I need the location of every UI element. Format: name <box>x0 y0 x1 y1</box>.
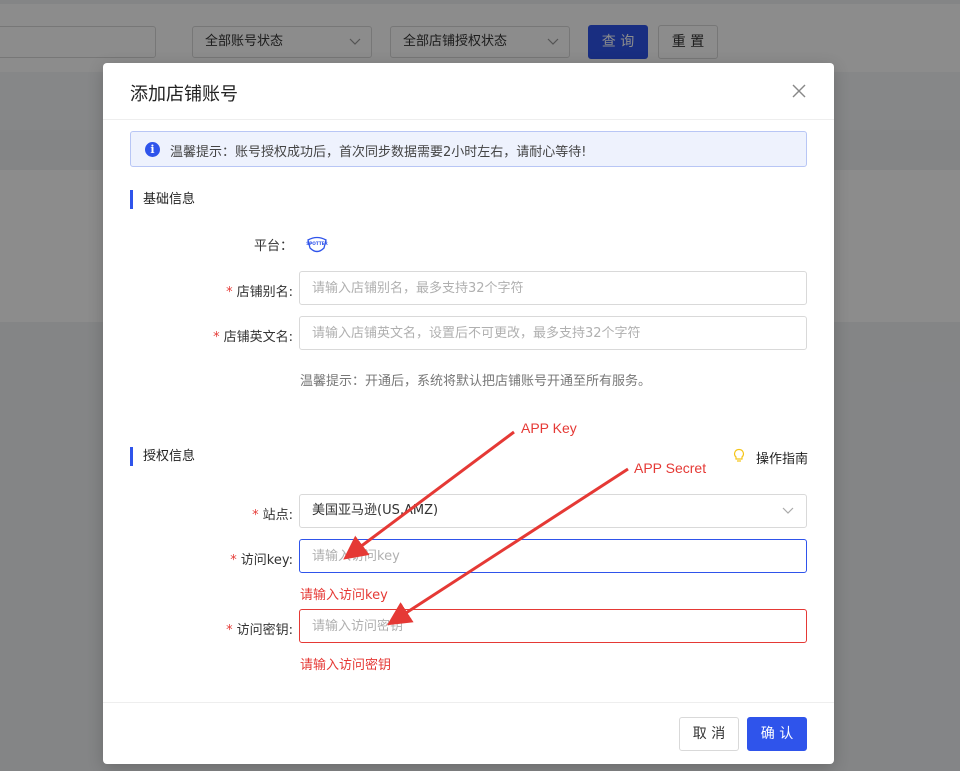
app-key-annotation: APP Key <box>521 420 577 436</box>
close-icon[interactable] <box>792 79 806 102</box>
store-english-name-label: * 店铺英文名: <box>103 326 293 345</box>
access-secret-label-text: 访问密钥: <box>236 623 293 638</box>
operation-guide-link[interactable]: 操作指南 <box>733 448 808 467</box>
app-secret-annotation: APP Secret <box>634 460 707 476</box>
required-mark: * <box>230 553 237 568</box>
basic-info-section-title: 基础信息 <box>130 190 195 209</box>
store-english-name-label-text: 店铺英文名: <box>223 330 293 345</box>
operation-guide-text: 操作指南 <box>755 452 808 467</box>
service-hint: 温馨提示：开通后，系统将默认把店铺账号开通至所有服务。 <box>300 374 652 389</box>
lightbulb-icon <box>732 448 746 464</box>
confirm-button[interactable]: 确 认 <box>747 717 807 751</box>
site-label-text: 站点: <box>262 508 293 523</box>
site-select-value: 美国亚马逊(US,AMZ) <box>312 503 439 518</box>
spotter-logo-text: SPOTTER <box>306 241 328 246</box>
store-alias-label-text: 店铺别名: <box>236 285 293 300</box>
required-mark: * <box>226 623 233 638</box>
access-secret-error: 请输入访问密钥 <box>300 658 392 673</box>
access-secret-label: * 访问密钥: <box>103 619 293 638</box>
store-alias-label: * 店铺别名: <box>103 281 293 300</box>
chevron-down-icon <box>782 495 794 540</box>
store-alias-input[interactable] <box>299 271 807 305</box>
access-key-label: * 访问key: <box>103 549 293 568</box>
required-mark: * <box>213 330 220 345</box>
info-icon: i <box>145 142 160 157</box>
store-english-name-input[interactable] <box>299 316 807 350</box>
access-secret-input[interactable] <box>299 609 807 643</box>
auth-info-section-title: 授权信息 <box>130 447 195 466</box>
access-key-error: 请输入访问key <box>300 588 388 603</box>
tip-alert: i 温馨提示：账号授权成功后，首次同步数据需要2小时左右，请耐心等待! <box>130 131 807 167</box>
spotter-logo: SPOTTER <box>304 234 330 256</box>
site-select[interactable]: 美国亚马逊(US,AMZ) <box>299 494 807 528</box>
required-mark: * <box>252 508 259 523</box>
required-mark: * <box>226 285 233 300</box>
tip-text: 温馨提示：账号授权成功后，首次同步数据需要2小时左右，请耐心等待! <box>170 145 587 160</box>
platform-label: 平台： <box>253 239 293 254</box>
add-store-account-modal: 添加店铺账号 i 温馨提示：账号授权成功后，首次同步数据需要2小时左右，请耐心等… <box>103 63 834 764</box>
access-key-input[interactable] <box>299 539 807 573</box>
cancel-button[interactable]: 取 消 <box>679 717 739 751</box>
site-label: * 站点: <box>103 504 293 523</box>
modal-header: 添加店铺账号 <box>103 63 834 120</box>
access-key-label-text: 访问key: <box>240 553 293 568</box>
modal-title: 添加店铺账号 <box>130 84 238 105</box>
modal-footer: 取 消 确 认 <box>103 702 834 764</box>
